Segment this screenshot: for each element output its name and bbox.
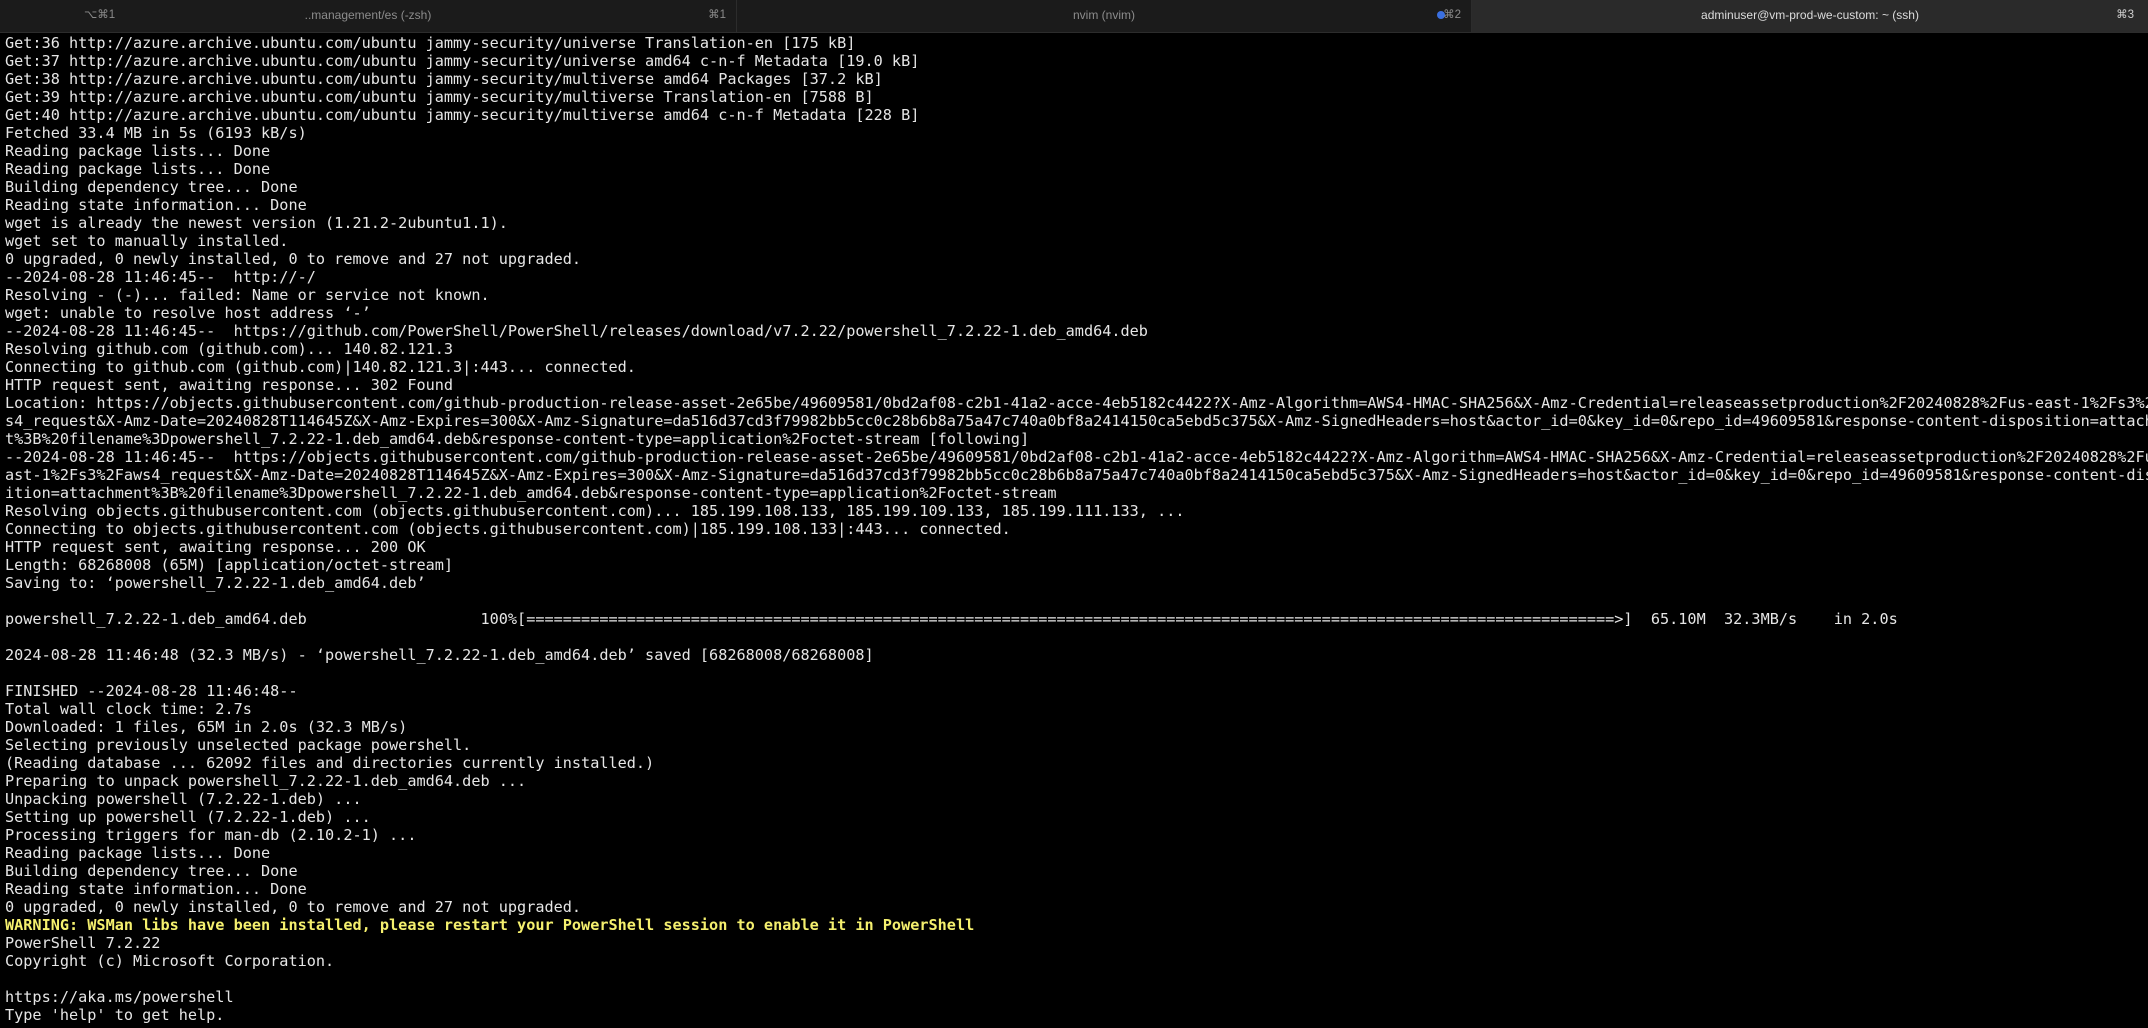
tab-ssh-shortcut: ⌘3 bbox=[2116, 9, 2134, 21]
terminal-line: Copyright (c) Microsoft Corporation. bbox=[5, 952, 335, 970]
terminal-line: Selecting previously unselected package … bbox=[5, 736, 472, 754]
terminal-line: 0 upgraded, 0 newly installed, 0 to remo… bbox=[5, 898, 582, 916]
tab-nvim[interactable]: nvim (nvim) ⌘2 bbox=[736, 0, 1471, 32]
terminal-line: --2024-08-28 11:46:45-- https://github.c… bbox=[5, 322, 1148, 340]
terminal-line: Connecting to github.com (github.com)|14… bbox=[5, 358, 636, 376]
terminal-line: --2024-08-28 11:46:45-- https://objects.… bbox=[5, 448, 2148, 466]
terminal-line: wget is already the newest version (1.21… bbox=[5, 214, 508, 232]
terminal-line: 0 upgraded, 0 newly installed, 0 to remo… bbox=[5, 250, 582, 268]
terminal-line: Building dependency tree... Done bbox=[5, 178, 298, 196]
terminal-line: Reading state information... Done bbox=[5, 880, 307, 898]
terminal-line: FINISHED --2024-08-28 11:46:48-- bbox=[5, 682, 298, 700]
terminal-line: Length: 68268008 (65M) [application/octe… bbox=[5, 556, 454, 574]
terminal-output[interactable]: Get:36 http://azure.archive.ubuntu.com/u… bbox=[5, 34, 2148, 1028]
terminal-line: Processing triggers for man-db (2.10.2-1… bbox=[5, 826, 417, 844]
terminal-line: --2024-08-28 11:46:45-- http://-/ bbox=[5, 268, 316, 286]
tab-zsh-shortcut: ⌘1 bbox=[708, 9, 726, 21]
terminal-line: Building dependency tree... Done bbox=[5, 862, 298, 880]
terminal-line: Get:37 http://azure.archive.ubuntu.com/u… bbox=[5, 52, 920, 70]
terminal-line: https://aka.ms/powershell bbox=[5, 988, 234, 1006]
terminal-line: Setting up powershell (7.2.22-1.deb) ... bbox=[5, 808, 371, 826]
terminal-line: Get:36 http://azure.archive.ubuntu.com/u… bbox=[5, 34, 856, 52]
tab-ssh[interactable]: adminuser@vm-prod-we-custom: ~ (ssh) ⌘3 bbox=[1471, 0, 2148, 32]
terminal-line: HTTP request sent, awaiting response... … bbox=[5, 538, 426, 556]
tab-nvim-title: nvim (nvim) bbox=[1073, 8, 1135, 22]
terminal-line: 2024-08-28 11:46:48 (32.3 MB/s) - ‘power… bbox=[5, 646, 874, 664]
terminal-line: Downloaded: 1 files, 65M in 2.0s (32.3 M… bbox=[5, 718, 408, 736]
terminal-line: Get:39 http://azure.archive.ubuntu.com/u… bbox=[5, 88, 874, 106]
terminal-line: Get:40 http://azure.archive.ubuntu.com/u… bbox=[5, 106, 920, 124]
terminal-line: Fetched 33.4 MB in 5s (6193 kB/s) bbox=[5, 124, 307, 142]
terminal-line: HTTP request sent, awaiting response... … bbox=[5, 376, 454, 394]
terminal-line: Resolving - (-)... failed: Name or servi… bbox=[5, 286, 490, 304]
tab-nvim-shortcut: ⌘2 bbox=[1443, 9, 1461, 21]
tab-ssh-title: adminuser@vm-prod-we-custom: ~ (ssh) bbox=[1701, 8, 1919, 22]
terminal-line: wget: unable to resolve host address ‘-’ bbox=[5, 304, 371, 322]
terminal-line: Type 'help' to get help. bbox=[5, 1006, 225, 1024]
terminal-line: Reading package lists... Done bbox=[5, 844, 271, 862]
terminal-line: Resolving objects.githubusercontent.com … bbox=[5, 502, 1185, 520]
terminal-line: (Reading database ... 62092 files and di… bbox=[5, 754, 655, 772]
tab-bar: ⌥⌘1 ..management/es (-zsh) ⌘1 nvim (nvim… bbox=[0, 0, 2148, 33]
terminal-line: Saving to: ‘powershell_7.2.22-1.deb_amd6… bbox=[5, 574, 426, 592]
terminal-line: Preparing to unpack powershell_7.2.22-1.… bbox=[5, 772, 527, 790]
terminal-line: ition=attachment%3B%20filename%3Dpowersh… bbox=[5, 484, 1057, 502]
terminal-line: Get:38 http://azure.archive.ubuntu.com/u… bbox=[5, 70, 883, 88]
terminal-line: Reading package lists... Done bbox=[5, 142, 271, 160]
terminal-line: PowerShell 7.2.22 bbox=[5, 934, 161, 952]
tab-zsh-title: ..management/es (-zsh) bbox=[304, 8, 432, 22]
terminal-line: Reading state information... Done bbox=[5, 196, 307, 214]
terminal-line: t%3B%20filename%3Dpowershell_7.2.22-1.de… bbox=[5, 430, 1030, 448]
tab-zsh[interactable]: ⌥⌘1 ..management/es (-zsh) ⌘1 bbox=[0, 0, 736, 32]
terminal-line: ast-1%2Fs3%2Faws4_request&X-Amz-Date=202… bbox=[5, 466, 2148, 484]
terminal-line: Location: https://objects.githubusercont… bbox=[5, 394, 2148, 412]
terminal-line: powershell_7.2.22-1.deb_amd64.deb 100%[=… bbox=[5, 610, 1898, 628]
terminal-line: Reading package lists... Done bbox=[5, 160, 271, 178]
terminal-line: Resolving github.com (github.com)... 140… bbox=[5, 340, 454, 358]
terminal-line: Unpacking powershell (7.2.22-1.deb) ... bbox=[5, 790, 362, 808]
terminal-line: Total wall clock time: 2.7s bbox=[5, 700, 252, 718]
terminal-line: Connecting to objects.githubusercontent.… bbox=[5, 520, 1011, 538]
warning-line: WARNING: WSMan libs have been installed,… bbox=[5, 916, 975, 934]
terminal-line: wget set to manually installed. bbox=[5, 232, 289, 250]
terminal-line: s4_request&X-Amz-Date=20240828T114645Z&X… bbox=[5, 412, 2148, 430]
